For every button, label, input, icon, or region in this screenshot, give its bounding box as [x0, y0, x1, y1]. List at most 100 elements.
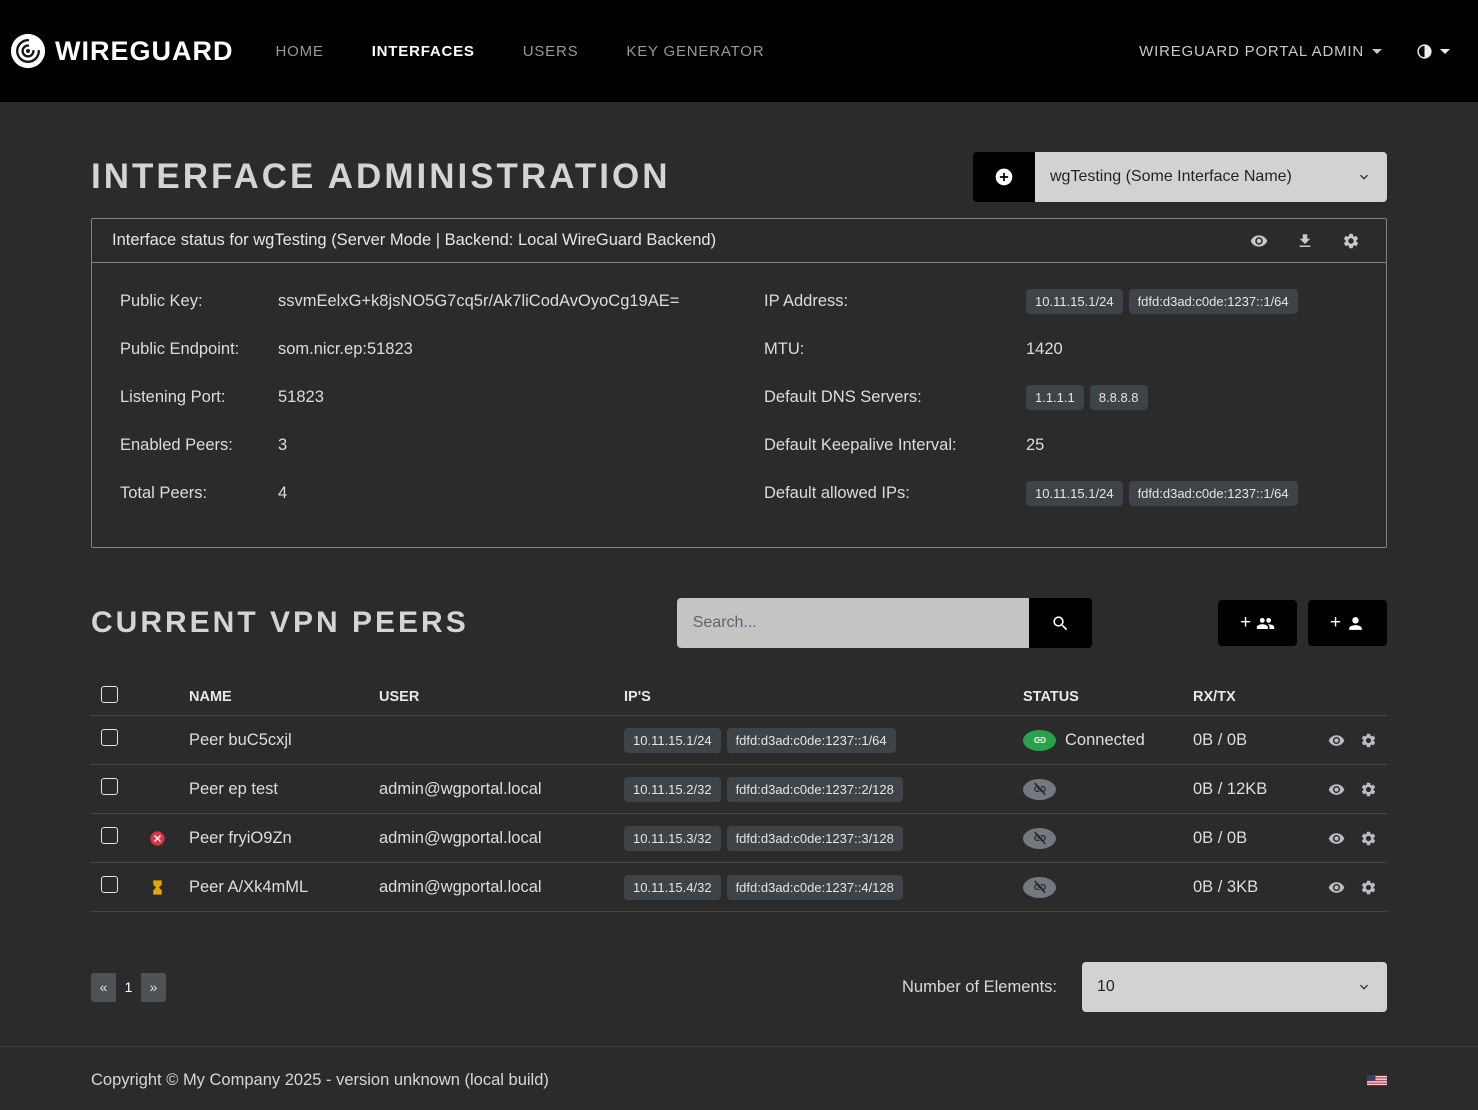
peer-disabled-icon: [149, 830, 166, 847]
peer-edit-gear-icon[interactable]: [1360, 830, 1377, 847]
field-label: Default allowed IPs:: [764, 484, 1026, 503]
elements-per-page-select[interactable]: 10: [1082, 962, 1387, 1012]
peers-section-title: CURRENT VPN PEERS: [91, 606, 469, 640]
nav-item-key-generator[interactable]: KEY GENERATOR: [626, 43, 764, 60]
page-title: INTERFACE ADMINISTRATION: [91, 157, 670, 197]
public-endpoint-value: som.nicr.ep:51823: [278, 340, 739, 359]
pagination-next-button[interactable]: »: [141, 973, 166, 1002]
nav-item-users[interactable]: USERS: [523, 43, 579, 60]
peer-name: Peer fryiO9Zn: [189, 829, 379, 848]
total-peers-value: 4: [278, 484, 739, 503]
caret-down-icon: [1372, 49, 1382, 54]
peer-ip-badge: fdfd:d3ad:c0de:1237::1/64: [727, 728, 896, 753]
peer-name: Peer ep test: [189, 780, 379, 799]
peer-expiring-hourglass-icon: [149, 879, 166, 896]
peer-ip-badge: 10.11.15.4/32: [624, 875, 721, 900]
field-label: Enabled Peers:: [120, 436, 278, 455]
page-footer: Copyright © My Company 2025 - version un…: [0, 1046, 1478, 1110]
user-menu-dropdown[interactable]: WIREGUARD PORTAL ADMIN: [1139, 43, 1382, 60]
peer-name: Peer A/Xk4mML: [189, 878, 379, 897]
add-multiple-peers-button[interactable]: +: [1218, 600, 1297, 646]
connected-link-icon: [1023, 730, 1056, 751]
brand-name: WIREGUARD: [55, 36, 234, 67]
elements-per-page-label: Number of Elements:: [902, 978, 1057, 997]
field-label: IP Address:: [764, 292, 1026, 311]
field-label: Total Peers:: [120, 484, 278, 503]
interface-status-card: Interface status for wgTesting (Server M…: [91, 218, 1387, 548]
field-label: Default Keepalive Interval:: [764, 436, 1026, 455]
interface-settings-gear-icon[interactable]: [1342, 232, 1360, 250]
pagination-page-1[interactable]: 1: [116, 973, 141, 1002]
peer-edit-gear-icon[interactable]: [1360, 879, 1377, 896]
peer-rxtx: 0B / 3KB: [1193, 878, 1328, 897]
peer-edit-gear-icon[interactable]: [1360, 732, 1377, 749]
language-us-flag-icon[interactable]: [1367, 1074, 1387, 1087]
disconnected-link-slash-icon: [1023, 828, 1056, 849]
status-label: Connected: [1065, 731, 1145, 750]
peer-details-eye-icon[interactable]: [1328, 830, 1345, 847]
elements-per-page-value: 10: [1097, 978, 1115, 996]
peer-checkbox[interactable]: [101, 827, 118, 844]
peer-ip-badge: 10.11.15.1/24: [624, 728, 721, 753]
peer-checkbox[interactable]: [101, 729, 118, 746]
peer-details-eye-icon[interactable]: [1328, 781, 1345, 798]
column-header-ips: IP'S: [624, 689, 1023, 705]
listening-port-value: 51823: [278, 388, 739, 407]
public-key-value: ssvmEelxG+k8jsNO5G7cq5r/Ak7liCodAvOyoCg1…: [278, 292, 739, 311]
dns-badge: 8.8.8.8: [1090, 385, 1148, 410]
peer-details-eye-icon[interactable]: [1328, 732, 1345, 749]
peer-details-eye-icon[interactable]: [1328, 879, 1345, 896]
peers-table: NAME USER IP'S STATUS RX/TX Peer buC5cxj…: [91, 678, 1387, 912]
column-header-name: NAME: [189, 689, 379, 705]
field-label: Default DNS Servers:: [764, 388, 1026, 407]
user-menu-label: WIREGUARD PORTAL ADMIN: [1139, 43, 1364, 60]
field-label: Public Key:: [120, 292, 278, 311]
dns-badge: 1.1.1.1: [1026, 385, 1084, 410]
ip-badge: fdfd:d3ad:c0de:1237::1/64: [1129, 289, 1298, 314]
download-config-icon[interactable]: [1296, 232, 1314, 250]
add-interface-button[interactable]: [973, 152, 1035, 202]
peer-rxtx: 0B / 0B: [1193, 829, 1328, 848]
add-peer-button[interactable]: +: [1308, 600, 1387, 646]
pagination-prev-button[interactable]: «: [91, 973, 116, 1002]
enabled-peers-value: 3: [278, 436, 739, 455]
select-all-checkbox[interactable]: [101, 686, 118, 703]
peer-name: Peer buC5cxjl: [189, 731, 379, 750]
theme-half-circle-icon: [1416, 43, 1433, 60]
person-icon: [1346, 614, 1365, 633]
view-config-eye-icon[interactable]: [1250, 232, 1268, 250]
peer-row: Peer A/Xk4mML admin@wgportal.local 10.11…: [91, 863, 1387, 912]
column-header-status: STATUS: [1023, 689, 1193, 705]
interface-select[interactable]: wgTesting (Some Interface Name): [1035, 152, 1387, 202]
disconnected-link-slash-icon: [1023, 877, 1056, 898]
brand[interactable]: WIREGUARD: [10, 33, 234, 69]
nav-item-home[interactable]: HOME: [276, 43, 324, 60]
field-label: Public Endpoint:: [120, 340, 278, 359]
allowed-ip-badge: fdfd:d3ad:c0de:1237::1/64: [1129, 481, 1298, 506]
peer-user: admin@wgportal.local: [379, 829, 624, 848]
ip-badge: 10.11.15.1/24: [1026, 289, 1123, 314]
peer-ip-badge: 10.11.15.3/32: [624, 826, 721, 851]
keepalive-value: 25: [1026, 436, 1358, 455]
copyright-text: Copyright © My Company 2025 - version un…: [91, 1071, 549, 1090]
wireguard-logo-icon: [10, 33, 46, 69]
peer-edit-gear-icon[interactable]: [1360, 781, 1377, 798]
theme-toggle-dropdown[interactable]: [1416, 43, 1450, 60]
search-input[interactable]: [677, 598, 1029, 648]
allowed-ip-badge: 10.11.15.1/24: [1026, 481, 1123, 506]
peer-ip-badge: fdfd:d3ad:c0de:1237::3/128: [727, 826, 903, 851]
peer-user: admin@wgportal.local: [379, 878, 624, 897]
column-header-rxtx: RX/TX: [1193, 689, 1328, 705]
peer-row: Peer ep test admin@wgportal.local 10.11.…: [91, 765, 1387, 814]
peer-row: Peer fryiO9Zn admin@wgportal.local 10.11…: [91, 814, 1387, 863]
disconnected-link-slash-icon: [1023, 779, 1056, 800]
peer-checkbox[interactable]: [101, 876, 118, 893]
peer-ip-badge: fdfd:d3ad:c0de:1237::4/128: [727, 875, 903, 900]
nav-item-interfaces[interactable]: INTERFACES: [372, 43, 475, 60]
chevron-down-icon: [1356, 979, 1372, 995]
chevron-down-icon: [1356, 169, 1372, 185]
search-icon: [1051, 614, 1070, 633]
status-card-title: Interface status for wgTesting (Server M…: [112, 231, 716, 250]
peer-checkbox[interactable]: [101, 778, 118, 795]
search-button[interactable]: [1029, 598, 1092, 648]
